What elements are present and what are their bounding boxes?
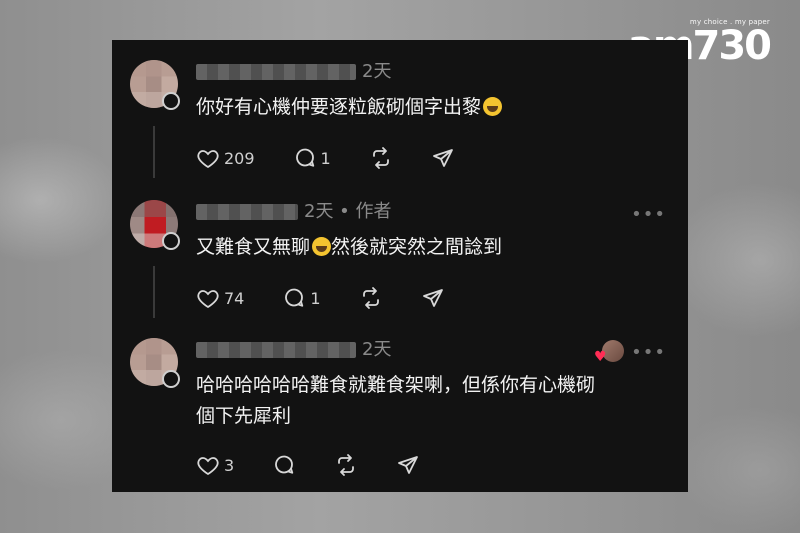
reply-button[interactable]: 1	[293, 146, 331, 170]
comment-thread-panel: 2天 你好有心機仲要逐粒飯砌個字出黎 209 1 2天 • 作者 ••• 又難食…	[112, 40, 688, 492]
repost-button[interactable]	[369, 146, 393, 170]
comment-text-body: 你好有心機仲要逐粒飯砌個字出黎	[196, 96, 482, 118]
follow-plus-icon[interactable]	[162, 92, 180, 110]
thread-line	[153, 266, 155, 318]
like-count: 74	[224, 288, 245, 308]
reply-count: 1	[310, 288, 321, 308]
comment-text: 你好有心機仲要逐粒飯砌個字出黎	[196, 92, 503, 123]
comment-text-line2: 個下先犀利	[196, 405, 292, 427]
laughing-emoji-icon	[483, 97, 503, 116]
timestamp: 2天	[362, 339, 392, 360]
timestamp: 2天	[304, 201, 334, 222]
repost-button[interactable]	[334, 453, 358, 477]
comment-text: 又難食又無聊 然後就突然之間諗到	[196, 232, 502, 263]
username-blurred[interactable]	[196, 64, 356, 80]
reply-button[interactable]	[272, 453, 296, 477]
comment-text-part1: 又難食又無聊	[196, 236, 311, 258]
laughing-emoji-icon	[312, 237, 332, 256]
heart-icon	[197, 290, 219, 309]
share-button[interactable]	[431, 146, 455, 170]
repost-button[interactable]	[359, 286, 383, 310]
heart-icon	[197, 457, 219, 476]
timestamp: 2天	[362, 61, 392, 82]
share-button[interactable]	[396, 453, 420, 477]
send-icon	[398, 456, 419, 474]
reply-count: 1	[320, 148, 331, 168]
thread-line	[153, 126, 155, 178]
comment-icon	[295, 148, 314, 167]
follow-plus-icon[interactable]	[162, 232, 180, 250]
send-icon	[432, 149, 453, 167]
more-icon[interactable]: •••	[631, 206, 666, 224]
heart-badge-icon: ♥	[594, 349, 607, 365]
comment-text: 哈哈哈哈哈哈難食就難食架喇，但係你有心機砌 個下先犀利	[196, 370, 595, 432]
like-button[interactable]: 209	[196, 146, 255, 170]
comment-icon	[285, 288, 304, 307]
comment-icon	[275, 455, 294, 474]
like-button[interactable]: 74	[196, 286, 244, 310]
repost-icon	[338, 454, 355, 476]
username-blurred[interactable]	[196, 342, 356, 358]
follow-plus-icon[interactable]	[162, 370, 180, 388]
action-bar: 3	[196, 451, 458, 479]
repost-icon	[362, 287, 379, 309]
more-icon[interactable]: •••	[631, 344, 666, 362]
reply-button[interactable]: 1	[282, 286, 321, 310]
like-count: 209	[224, 148, 255, 168]
send-icon	[422, 289, 443, 307]
like-count: 3	[224, 455, 235, 475]
author-tag: 作者	[355, 201, 392, 222]
like-button[interactable]: 3	[196, 453, 234, 477]
comment-meta: 2天 • 作者	[304, 201, 392, 222]
username-blurred[interactable]	[196, 204, 298, 220]
heart-icon	[197, 150, 219, 169]
action-bar: 74 1	[196, 284, 483, 312]
repost-icon	[372, 147, 389, 169]
comment-text-part2: 然後就突然之間諗到	[331, 236, 503, 258]
action-bar: 209 1	[196, 144, 493, 172]
comment-text-line1: 哈哈哈哈哈哈難食就難食架喇，但係你有心機砌	[196, 374, 596, 396]
logo-tagline: my choice . my paper	[689, 18, 770, 26]
share-button[interactable]	[421, 286, 445, 310]
